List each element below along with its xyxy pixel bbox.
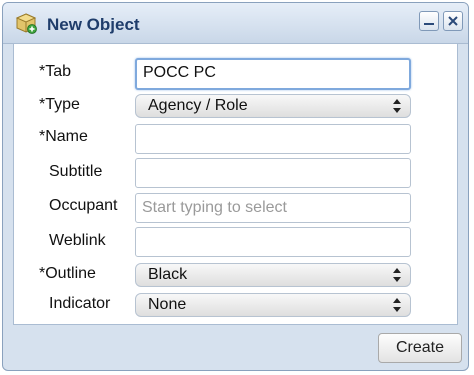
type-select-value: Agency / Role: [148, 97, 248, 114]
create-button[interactable]: Create: [378, 333, 462, 363]
new-object-dialog: New Object *Tab POCC PC *Type Agency / R…: [2, 2, 469, 371]
updown-arrows-icon: [393, 268, 401, 282]
indicator-select[interactable]: None: [135, 293, 411, 317]
outline-label: *Outline: [39, 265, 96, 282]
close-icon: [448, 16, 458, 26]
outline-select-value: Black: [148, 266, 188, 283]
updown-arrows-icon: [393, 99, 401, 113]
tab-input[interactable]: POCC PC: [135, 58, 411, 90]
name-input[interactable]: [135, 124, 411, 154]
weblink-input[interactable]: [135, 227, 411, 257]
subtitle-input[interactable]: [135, 158, 411, 188]
minimize-icon: [424, 23, 434, 25]
occupant-label: Occupant: [49, 197, 118, 214]
object-form: *Tab POCC PC *Type Agency / Role *Name S…: [13, 43, 458, 325]
close-button[interactable]: [443, 11, 463, 31]
minimize-button[interactable]: [419, 11, 439, 31]
name-label: *Name: [39, 128, 88, 145]
occupant-input[interactable]: Start typing to select: [135, 193, 411, 223]
new-object-box-icon: [15, 12, 37, 34]
type-label: *Type: [39, 96, 80, 113]
weblink-label: Weblink: [49, 232, 106, 249]
indicator-label: Indicator: [49, 295, 111, 312]
dialog-footer: Create: [3, 325, 468, 370]
type-select[interactable]: Agency / Role: [135, 94, 411, 118]
tab-label: *Tab: [39, 63, 72, 80]
subtitle-label: Subtitle: [49, 163, 103, 180]
occupant-placeholder: Start typing to select: [142, 199, 287, 216]
dialog-title: New Object: [47, 15, 140, 34]
updown-arrows-icon: [393, 298, 401, 312]
outline-select[interactable]: Black: [135, 263, 411, 287]
indicator-select-value: None: [148, 296, 187, 313]
title-bar[interactable]: New Object: [3, 3, 468, 44]
